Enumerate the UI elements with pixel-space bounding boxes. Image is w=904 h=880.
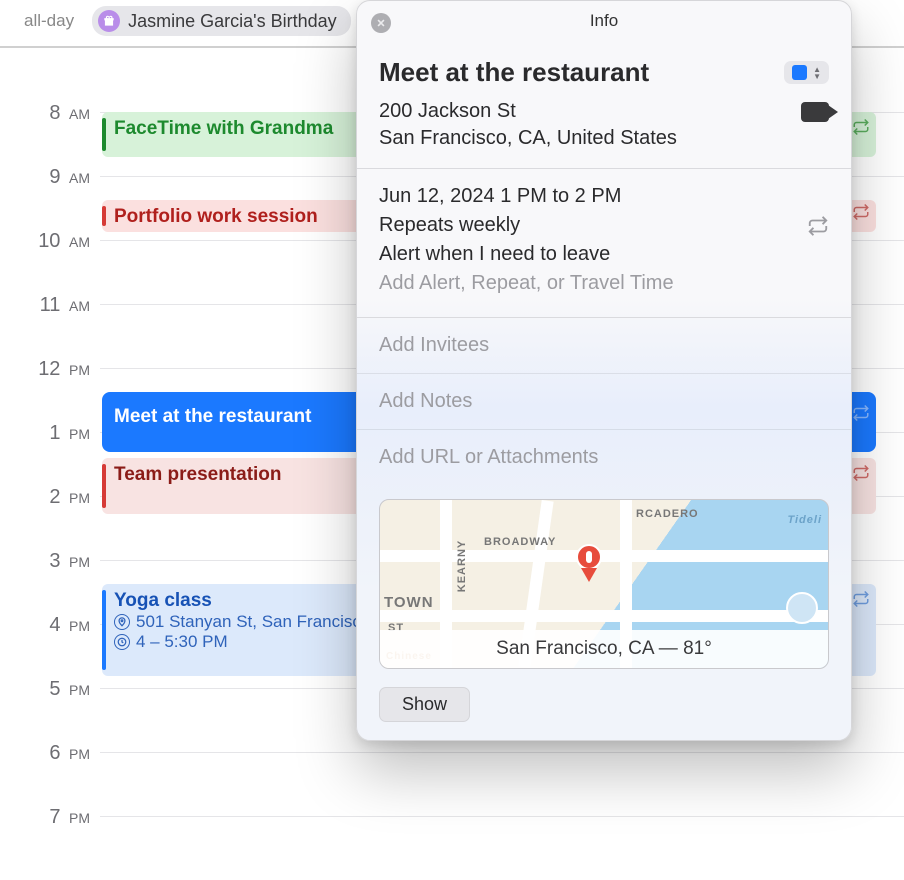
hour-label: 11 AM xyxy=(0,294,90,317)
video-icon xyxy=(801,102,829,122)
birthday-event-label: Jasmine Garcia's Birthday xyxy=(128,11,337,32)
url-section[interactable]: Add URL or Attachments xyxy=(357,430,851,485)
event-team-title: Team presentation xyxy=(114,464,282,485)
all-day-label: all-day xyxy=(24,11,74,31)
event-repeat-row[interactable]: Repeats weekly xyxy=(379,214,829,237)
gift-icon xyxy=(98,10,120,32)
street-label: RCADERO xyxy=(636,508,699,520)
hour-label: 6 PM xyxy=(0,742,90,765)
map-location-weather: San Francisco, CA — 81° xyxy=(496,638,712,660)
map-preview[interactable]: BROADWAY KEARNY RCADERO TOWN Tideli ST C… xyxy=(379,499,829,669)
hour-label: 4 PM xyxy=(0,614,90,637)
video-call-button[interactable] xyxy=(801,98,829,152)
hour-label: 3 PM xyxy=(0,550,90,573)
add-notes-placeholder: Add Notes xyxy=(379,390,472,412)
event-datetime[interactable]: Jun 12, 2024 1 PM to 2 PM xyxy=(379,185,829,208)
clock-icon xyxy=(114,634,130,650)
repeat-icon xyxy=(852,404,870,422)
hour-slot: 6 PM xyxy=(0,752,904,816)
hour-slot: 7 PM xyxy=(0,816,904,880)
hour-label: 12 PM xyxy=(0,358,90,381)
calendar-picker[interactable]: ▲▼ xyxy=(784,61,829,84)
event-facetime-title: FaceTime with Grandma xyxy=(114,118,333,139)
repeat-icon xyxy=(852,464,870,482)
event-repeat-label: Repeats weekly xyxy=(379,214,520,237)
close-button[interactable] xyxy=(371,13,391,33)
popover-header: Info xyxy=(357,1,851,37)
calendar-color-dot xyxy=(792,65,807,80)
map-section: BROADWAY KEARNY RCADERO TOWN Tideli ST C… xyxy=(357,485,851,675)
event-portfolio-title: Portfolio work session xyxy=(114,206,318,227)
hour-label: 7 PM xyxy=(0,806,90,829)
street-label: Tideli xyxy=(787,514,822,526)
hour-label: 8 AM xyxy=(0,102,90,125)
datetime-section: Jun 12, 2024 1 PM to 2 PM Repeats weekly… xyxy=(357,169,851,318)
show-button[interactable]: Show xyxy=(379,687,470,722)
address-line-2: San Francisco, CA, United States xyxy=(379,125,677,152)
map-pin-icon xyxy=(576,544,602,584)
hour-label: 10 AM xyxy=(0,230,90,253)
street-label: TOWN xyxy=(384,594,434,611)
hour-divider xyxy=(100,752,904,753)
map-weather-footer: San Francisco, CA — 81° xyxy=(380,630,828,668)
add-alert-repeat-travel[interactable]: Add Alert, Repeat, or Travel Time xyxy=(379,272,829,295)
popover-footer: Show xyxy=(357,675,851,740)
street-label: KEARNY xyxy=(456,540,468,592)
event-info-popover: Info Meet at the restaurant ▲▼ 200 Jacks… xyxy=(356,0,852,741)
address-line-1: 200 Jackson St xyxy=(379,98,677,125)
repeat-icon xyxy=(852,590,870,608)
location-pin-icon xyxy=(114,614,130,630)
hour-label: 2 PM xyxy=(0,486,90,509)
title-section: Meet at the restaurant ▲▼ 200 Jackson St… xyxy=(357,37,851,169)
event-yoga-location: 501 Stanyan St, San Francisco xyxy=(136,612,370,632)
hour-divider xyxy=(100,816,904,817)
add-invitees-placeholder: Add Invitees xyxy=(379,334,489,356)
event-address[interactable]: 200 Jackson St San Francisco, CA, United… xyxy=(379,98,677,152)
notes-section[interactable]: Add Notes xyxy=(357,374,851,430)
invitees-section[interactable]: Add Invitees xyxy=(357,318,851,374)
hour-label: 9 AM xyxy=(0,166,90,189)
birthday-event[interactable]: Jasmine Garcia's Birthday xyxy=(92,6,351,36)
event-title[interactable]: Meet at the restaurant xyxy=(379,57,649,88)
repeat-icon xyxy=(852,203,870,221)
compass-icon xyxy=(786,592,818,624)
event-restaurant-title: Meet at the restaurant xyxy=(114,406,311,427)
hour-label: 1 PM xyxy=(0,422,90,445)
event-alert[interactable]: Alert when I need to leave xyxy=(379,243,829,266)
hour-label: 5 PM xyxy=(0,678,90,701)
add-url-placeholder: Add URL or Attachments xyxy=(379,446,598,468)
popover-header-title: Info xyxy=(590,11,618,30)
repeat-icon xyxy=(807,215,829,237)
repeat-icon xyxy=(852,118,870,136)
chevron-updown-icon: ▲▼ xyxy=(813,66,821,80)
street-label: BROADWAY xyxy=(484,536,556,548)
event-yoga-time: 4 – 5:30 PM xyxy=(136,632,228,652)
